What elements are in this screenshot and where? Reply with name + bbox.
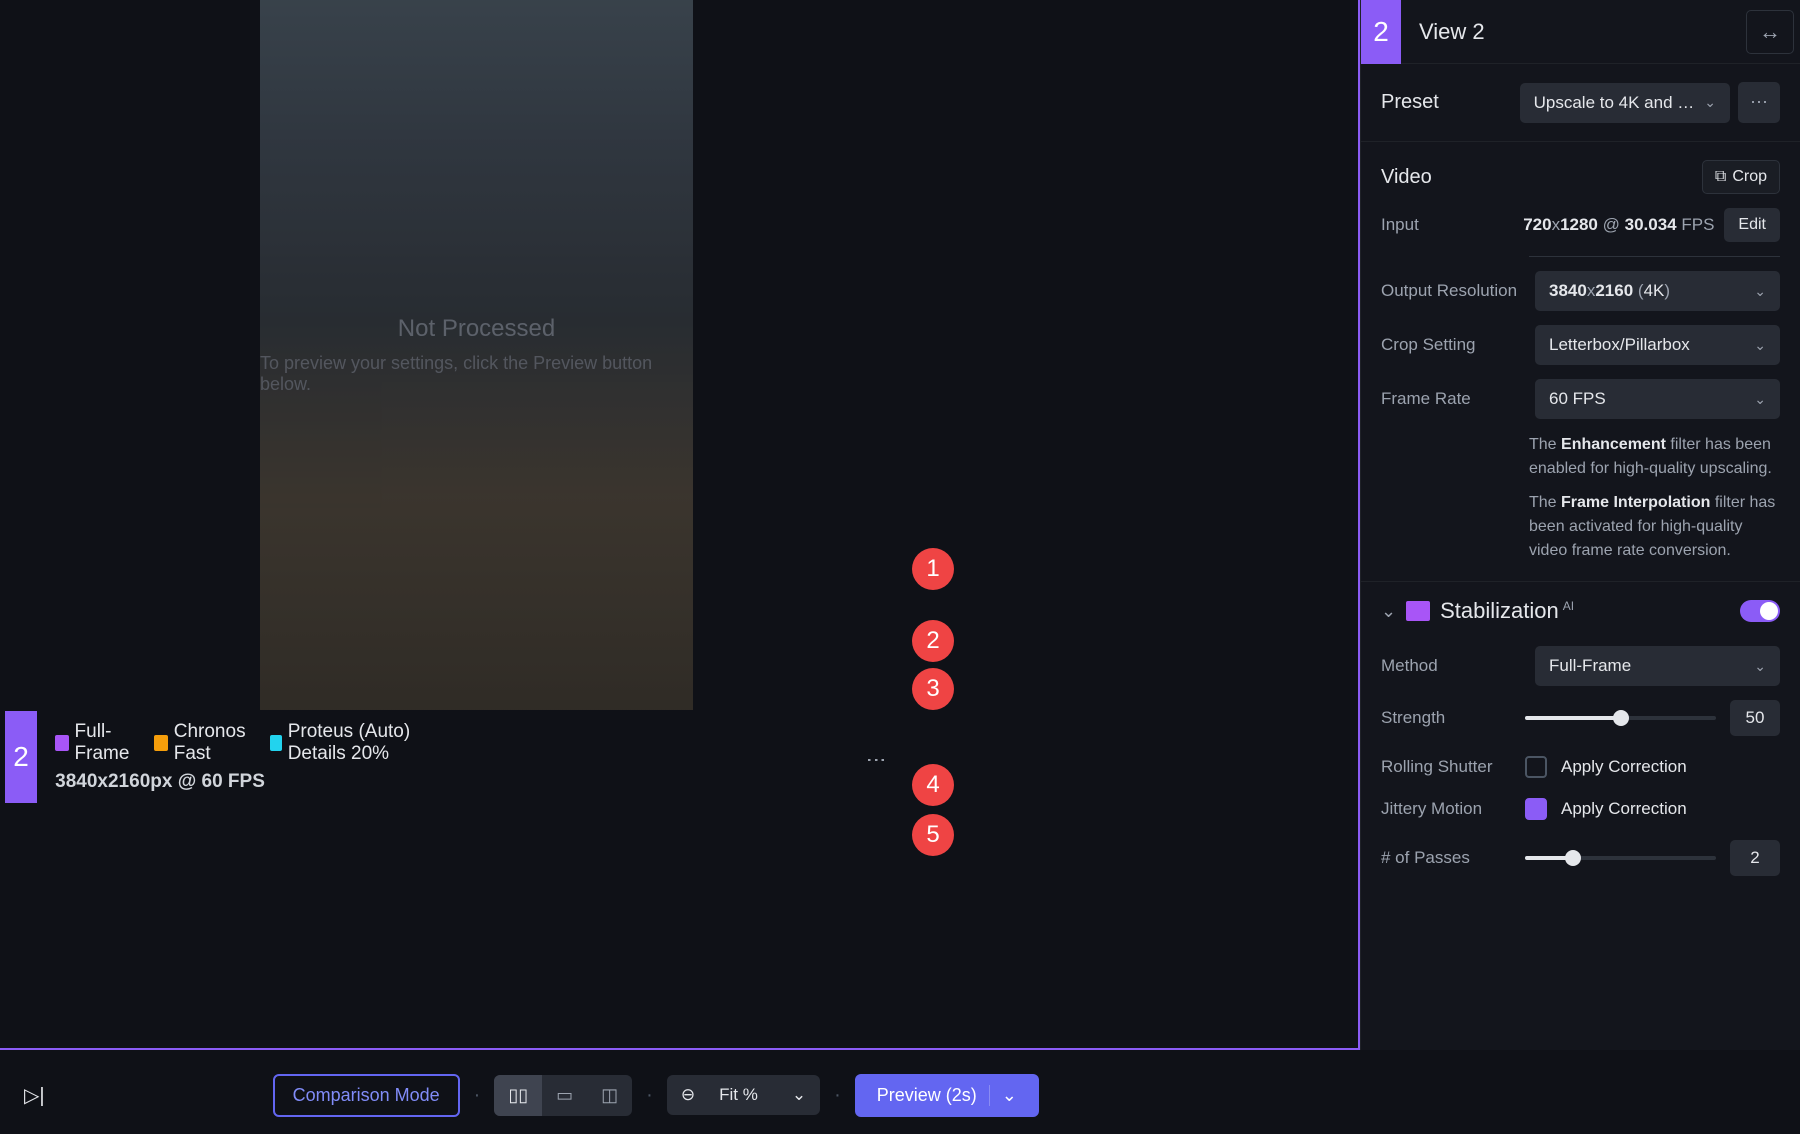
chevron-down-icon: ⌄ [1754, 391, 1766, 408]
output-resolution-label: 3840x2160px @ 60 FPS [55, 771, 423, 793]
view-mode-group: ▯▯ ▭ ◫ [494, 1075, 632, 1116]
method-label: Method [1381, 656, 1438, 676]
callout-1: 1 [912, 548, 954, 590]
zoom-value[interactable]: Fit % [713, 1075, 764, 1115]
strength-value[interactable]: 50 [1730, 700, 1780, 736]
settings-sidebar: 2 View 2 ↔ Preset Upscale to 4K and …⌄ ⋯… [1360, 0, 1800, 1050]
viewport-footer: 2 Full-Frame Chronos Fast Proteus (Auto)… [5, 711, 441, 803]
rolling-shutter-label: Rolling Shutter [1381, 757, 1511, 777]
passes-label: # of Passes [1381, 848, 1511, 868]
jittery-motion-check-label: Apply Correction [1561, 799, 1687, 819]
viewport-number-badge: 2 [5, 711, 37, 803]
preview-status-subtitle: To preview your settings, click the Prev… [260, 353, 693, 395]
chronos-icon [154, 735, 168, 751]
bottom-toolbar: ▷| Comparison Mode · ▯▯ ▭ ◫ · ⊖ Fit % ⌄ … [0, 1070, 1800, 1120]
passes-slider[interactable] [1525, 856, 1716, 860]
callout-2: 2 [912, 620, 954, 662]
rolling-shutter-check-label: Apply Correction [1561, 757, 1687, 777]
output-resolution-select[interactable]: 3840x2160 (4K) ⌄ [1535, 271, 1780, 311]
chevron-down-icon: ⌄ [1754, 658, 1766, 675]
interpolation-info: The Frame Interpolation filter has been … [1529, 491, 1780, 563]
chevron-down-icon: ⌄ [1754, 337, 1766, 354]
input-value: 720x1280 @ 30.034 FPS Edit [1523, 208, 1780, 242]
jittery-motion-label: Jittery Motion [1381, 799, 1511, 819]
chevron-down-icon: ⌄ [1754, 283, 1766, 300]
stabilization-icon [1406, 601, 1430, 621]
strength-label: Strength [1381, 708, 1511, 728]
callout-5: 5 [912, 814, 954, 856]
preset-label: Preset [1381, 91, 1439, 114]
input-label: Input [1381, 215, 1419, 235]
crop-setting-label: Crop Setting [1381, 335, 1476, 355]
rolling-shutter-checkbox[interactable] [1525, 756, 1547, 778]
callout-4: 4 [912, 764, 954, 806]
zoom-chevron-icon[interactable]: ⌄ [786, 1075, 812, 1115]
frame-rate-label: Frame Rate [1381, 389, 1471, 409]
jittery-motion-checkbox[interactable] [1525, 798, 1547, 820]
video-section-title: Video [1381, 166, 1432, 189]
view-number-badge: 2 [1361, 0, 1401, 64]
side-view-button[interactable]: ◫ [587, 1075, 632, 1116]
preview-button[interactable]: Preview (2s) ⌄ [855, 1074, 1039, 1117]
frame-rate-select[interactable]: 60 FPS⌄ [1535, 379, 1780, 419]
crop-button[interactable]: ⧉Crop [1702, 160, 1780, 194]
edit-input-button[interactable]: Edit [1724, 208, 1780, 242]
preview-status-title: Not Processed [398, 315, 555, 343]
preview-image: Not Processed To preview your settings, … [260, 0, 693, 710]
filter-chip-fullframe: Full-Frame [55, 721, 136, 765]
stabilization-icon [55, 735, 68, 751]
crop-setting-select[interactable]: Letterbox/Pillarbox⌄ [1535, 325, 1780, 365]
filter-chip-chronos: Chronos Fast [154, 721, 252, 765]
enhancement-info: The Enhancement filter has been enabled … [1529, 433, 1780, 481]
stabilization-title: StabilizationAI [1440, 598, 1574, 624]
play-next-button[interactable]: ▷| [24, 1083, 45, 1108]
resize-handle-icon[interactable]: ↔ [1746, 10, 1794, 54]
filter-chip-proteus: Proteus (Auto) Details 20% [270, 721, 423, 765]
zoom-control: ⊖ Fit % ⌄ [667, 1075, 820, 1115]
collapse-chevron-icon[interactable]: ⌄ [1381, 601, 1396, 622]
preview-viewport: Not Processed To preview your settings, … [0, 0, 1360, 1050]
preset-select[interactable]: Upscale to 4K and …⌄ [1520, 83, 1730, 123]
zoom-out-button[interactable]: ⊖ [675, 1075, 701, 1115]
preset-more-button[interactable]: ⋯ [1738, 82, 1780, 123]
comparison-mode-button[interactable]: Comparison Mode [273, 1074, 460, 1117]
split-view-button[interactable]: ▯▯ [494, 1075, 542, 1116]
stabilization-toggle[interactable] [1740, 600, 1780, 622]
strength-slider[interactable] [1525, 716, 1716, 720]
crop-icon: ⧉ [1715, 168, 1726, 186]
preview-dropdown-icon[interactable]: ⌄ [989, 1085, 1017, 1106]
more-options-icon[interactable]: ⋮ [864, 750, 888, 770]
view-title: View 2 [1401, 19, 1746, 45]
method-select[interactable]: Full-Frame⌄ [1535, 646, 1780, 686]
passes-value[interactable]: 2 [1730, 840, 1780, 876]
callout-3: 3 [912, 668, 954, 710]
proteus-icon [270, 735, 282, 751]
single-view-button[interactable]: ▭ [542, 1075, 587, 1116]
output-resolution-label: Output Resolution [1381, 281, 1517, 301]
chevron-down-icon: ⌄ [1704, 94, 1716, 111]
